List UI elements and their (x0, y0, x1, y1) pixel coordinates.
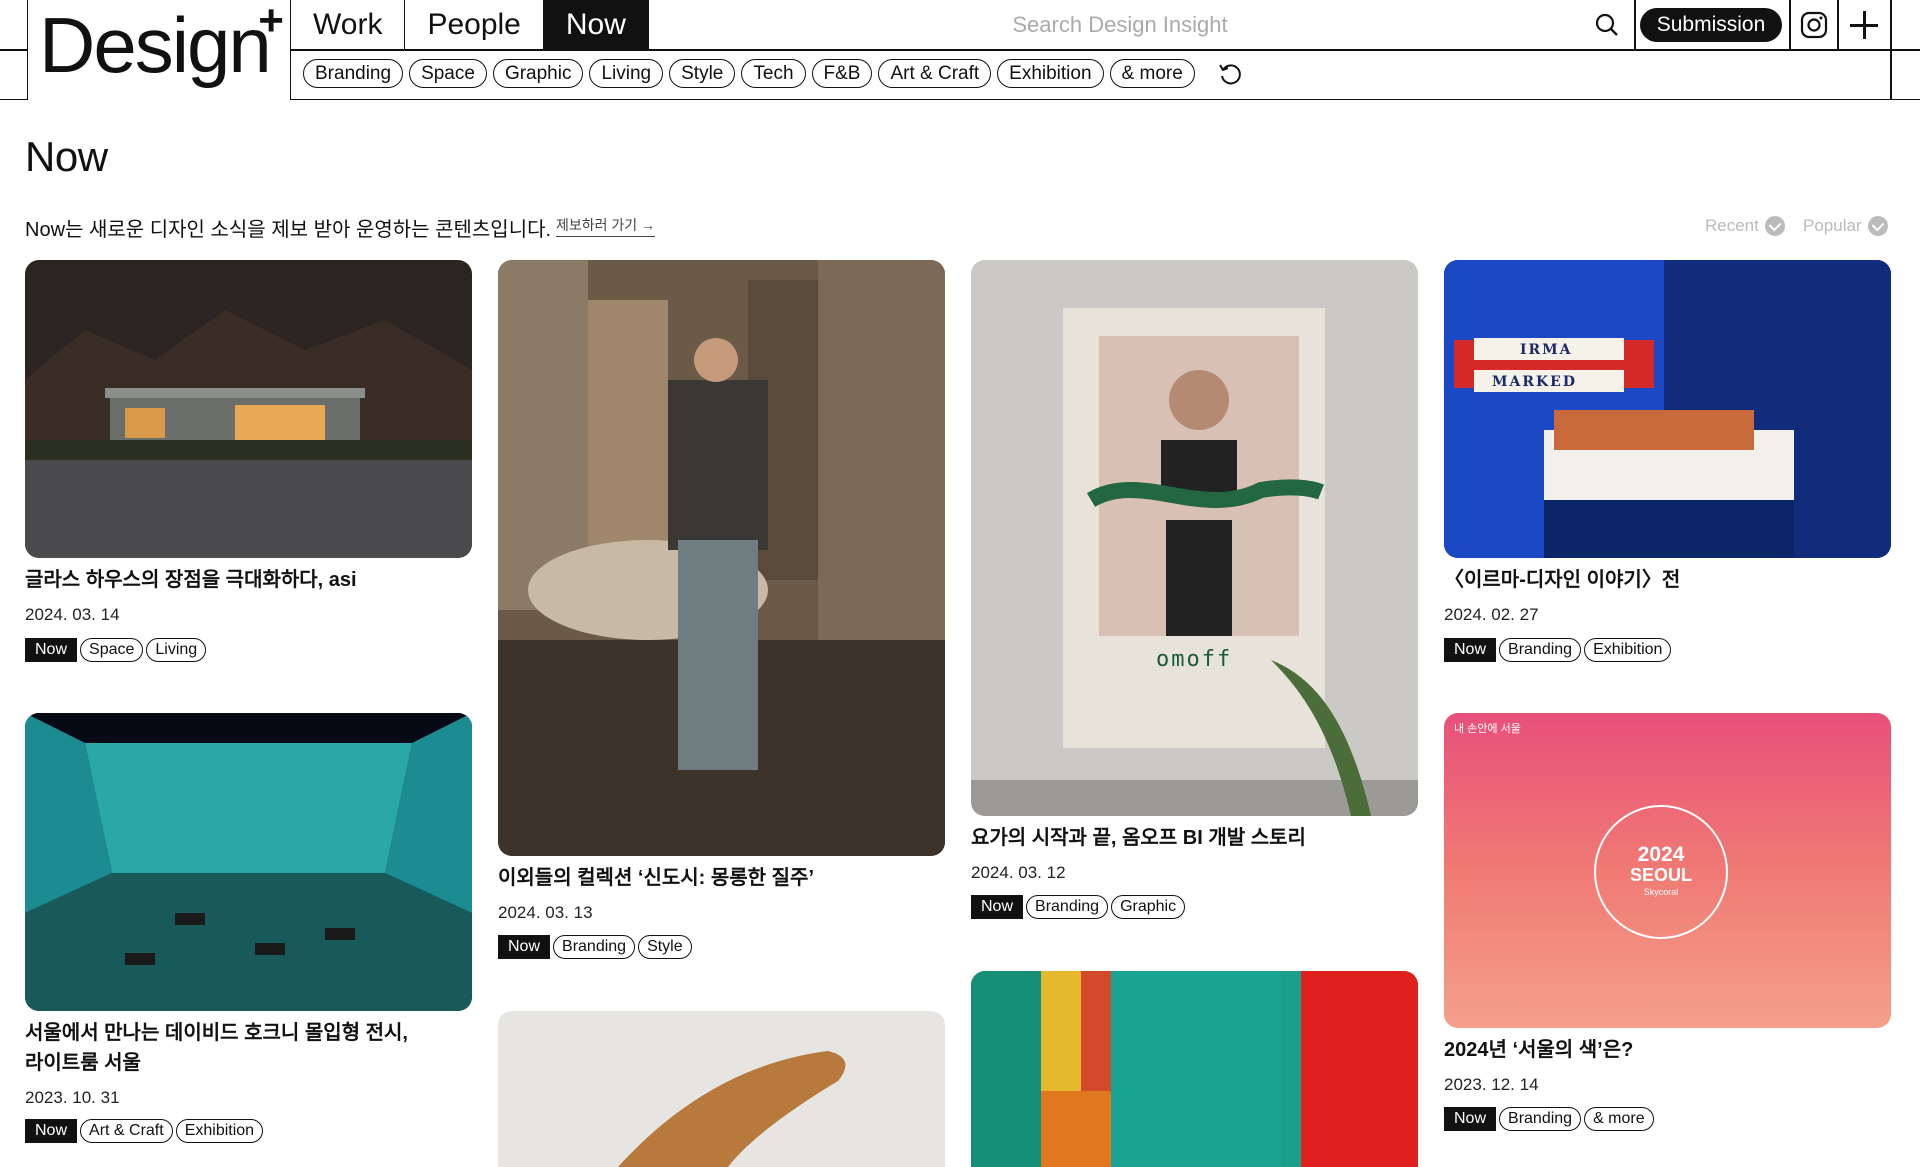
card-tags: Now Branding Style (498, 935, 692, 959)
seoul-badge-text: 내 손안에 서울 (1454, 723, 1521, 735)
submit-news-link[interactable]: 제보하러 가기 → (556, 215, 656, 237)
card-date: 2024. 03. 12 (971, 863, 1066, 882)
card-date: 2024. 02. 27 (1444, 605, 1539, 624)
card-image-curtain-room[interactable] (971, 971, 1418, 1167)
page-intro: Now는 새로운 디자인 소식을 제보 받아 운영하는 콘텐츠입니다. (25, 219, 552, 241)
tag-now[interactable]: Now (1444, 638, 1497, 662)
category-exhibition[interactable]: Exhibition (997, 59, 1104, 88)
category-style[interactable]: Style (669, 59, 736, 88)
nav-now[interactable]: Now (543, 0, 649, 49)
category-space[interactable]: Space (409, 59, 487, 88)
header-separator (1634, 0, 1636, 49)
card-image-irma-marked[interactable]: IRMA MARKED (1444, 260, 1891, 558)
seoul-skycoral-text: Skycoral (1643, 887, 1679, 897)
card-tags: Now Art & Craft Exhibition (25, 1119, 264, 1143)
nav-people[interactable]: People (405, 0, 544, 49)
tag-now[interactable]: Now (498, 935, 551, 959)
category-more[interactable]: & more (1109, 59, 1195, 88)
menu-plus-icon[interactable] (1847, 8, 1881, 42)
tag-exhibition[interactable]: Exhibition (175, 1119, 264, 1143)
submission-button[interactable]: Submission (1640, 8, 1782, 42)
tag-now[interactable]: Now (25, 638, 78, 662)
card-image-seoul-color[interactable]: 내 손안에 서울 2024 SEOUL Skycoral (1444, 713, 1891, 1028)
card-image-hockney-exhibition[interactable] (25, 713, 472, 1011)
card-date: 2024. 03. 13 (498, 903, 593, 922)
marked-sign-text: MARKED (1492, 374, 1577, 390)
card-image-fashion-collection[interactable] (498, 260, 945, 856)
card-image-glass-house[interactable] (25, 260, 472, 558)
card-date: 2024. 03. 14 (25, 605, 120, 624)
card-title[interactable]: 이외들의 컬렉션 ‘신도시: 몽롱한 질주’ (498, 863, 814, 893)
card-tags: Now Space Living (25, 638, 207, 662)
sort-popular-label: Popular (1803, 216, 1862, 235)
irma-sign-text: IRMA (1520, 342, 1573, 358)
tag-style[interactable]: Style (638, 935, 692, 959)
card-title-line2[interactable]: 라이트룸 서울 (25, 1048, 141, 1078)
card-title[interactable]: 2024년 ‘서울의 색’은? (1444, 1035, 1633, 1065)
header-separator (1789, 0, 1791, 49)
tag-living[interactable]: Living (146, 638, 207, 662)
main-nav: Work People Now (291, 0, 649, 50)
logo-text: Design (39, 1, 272, 89)
tag-space[interactable]: Space (80, 638, 144, 662)
card-tags: Now Branding & more (1444, 1107, 1654, 1131)
card-tags: Now Branding Exhibition (1444, 638, 1672, 662)
seoul-year-text: 2024 (1637, 843, 1685, 866)
card-title[interactable]: 〈이르마-디자인 이야기〉전 (1444, 565, 1680, 595)
arrow-down-icon (1867, 216, 1888, 236)
reset-icon[interactable] (1217, 61, 1243, 87)
omoff-logo-text: omoff (1156, 647, 1233, 672)
category-bar: Branding Space Graphic Living Style Tech… (303, 59, 1243, 88)
site-header: Design + Work People Now Submission Bran… (0, 0, 1920, 100)
tag-now[interactable]: Now (971, 895, 1024, 919)
arrow-down-icon (1764, 216, 1785, 236)
page-title: Now (25, 133, 108, 180)
instagram-icon[interactable] (1800, 11, 1828, 39)
tag-branding[interactable]: Branding (1026, 895, 1109, 919)
header-separator (1837, 0, 1839, 49)
tag-branding[interactable]: Branding (1499, 1107, 1582, 1131)
sort-popular[interactable]: Popular (1803, 216, 1888, 236)
seoul-name-text: SEOUL (1629, 865, 1692, 885)
logo-plus: + (258, 0, 284, 45)
category-fnb[interactable]: F&B (811, 59, 873, 88)
search-input[interactable] (820, 0, 1420, 49)
sort-recent-label: Recent (1705, 216, 1759, 235)
irma-exhibition-art (1444, 260, 1891, 558)
tag-branding[interactable]: Branding (553, 935, 636, 959)
tag-art-craft[interactable]: Art & Craft (80, 1119, 173, 1143)
tag-graphic[interactable]: Graphic (1111, 895, 1186, 919)
site-logo[interactable]: Design + (27, 0, 291, 100)
card-title[interactable]: 서울에서 만나는 데이비드 호크니 몰입형 전시, (25, 1018, 408, 1048)
omoff-poster-art (971, 260, 1418, 816)
sort-recent[interactable]: Recent (1705, 216, 1785, 236)
category-branding[interactable]: Branding (303, 59, 404, 88)
search-icon[interactable] (1592, 10, 1622, 40)
card-title[interactable]: 요가의 시작과 끝, 옴오프 BI 개발 스토리 (971, 823, 1306, 853)
category-living[interactable]: Living (589, 59, 664, 88)
tag-now[interactable]: Now (1444, 1107, 1497, 1131)
category-art-craft[interactable]: Art & Craft (878, 59, 992, 88)
header-right-border (1890, 0, 1892, 100)
category-tech[interactable]: Tech (741, 59, 806, 88)
tag-branding[interactable]: Branding (1499, 638, 1582, 662)
card-tags: Now Branding Graphic (971, 895, 1186, 919)
card-image-omoff[interactable]: omoff (971, 260, 1418, 816)
nav-work[interactable]: Work (291, 0, 406, 49)
card-image-chair[interactable] (498, 1011, 945, 1167)
tag-exhibition[interactable]: Exhibition (1584, 638, 1672, 662)
tag-now[interactable]: Now (25, 1119, 78, 1143)
card-date: 2023. 12. 14 (1444, 1075, 1539, 1094)
card-date: 2023. 10. 31 (25, 1088, 120, 1107)
tag-more[interactable]: & more (1584, 1107, 1654, 1131)
category-graphic[interactable]: Graphic (492, 59, 584, 88)
card-title[interactable]: 글라스 하우스의 장점을 극대화하다, asi (25, 565, 357, 595)
